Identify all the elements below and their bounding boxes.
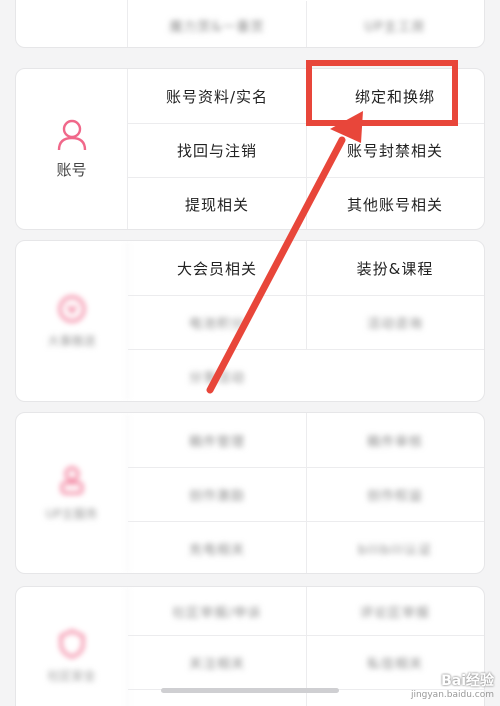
annotation-arrow — [206, 111, 363, 394]
home-indicator[interactable] — [161, 688, 339, 693]
watermark-brand: Bai经验 — [441, 673, 494, 689]
watermark-url: jingyan.baidu.com — [410, 690, 494, 700]
watermark: Bai经验 jingyan.baidu.com — [411, 670, 494, 700]
